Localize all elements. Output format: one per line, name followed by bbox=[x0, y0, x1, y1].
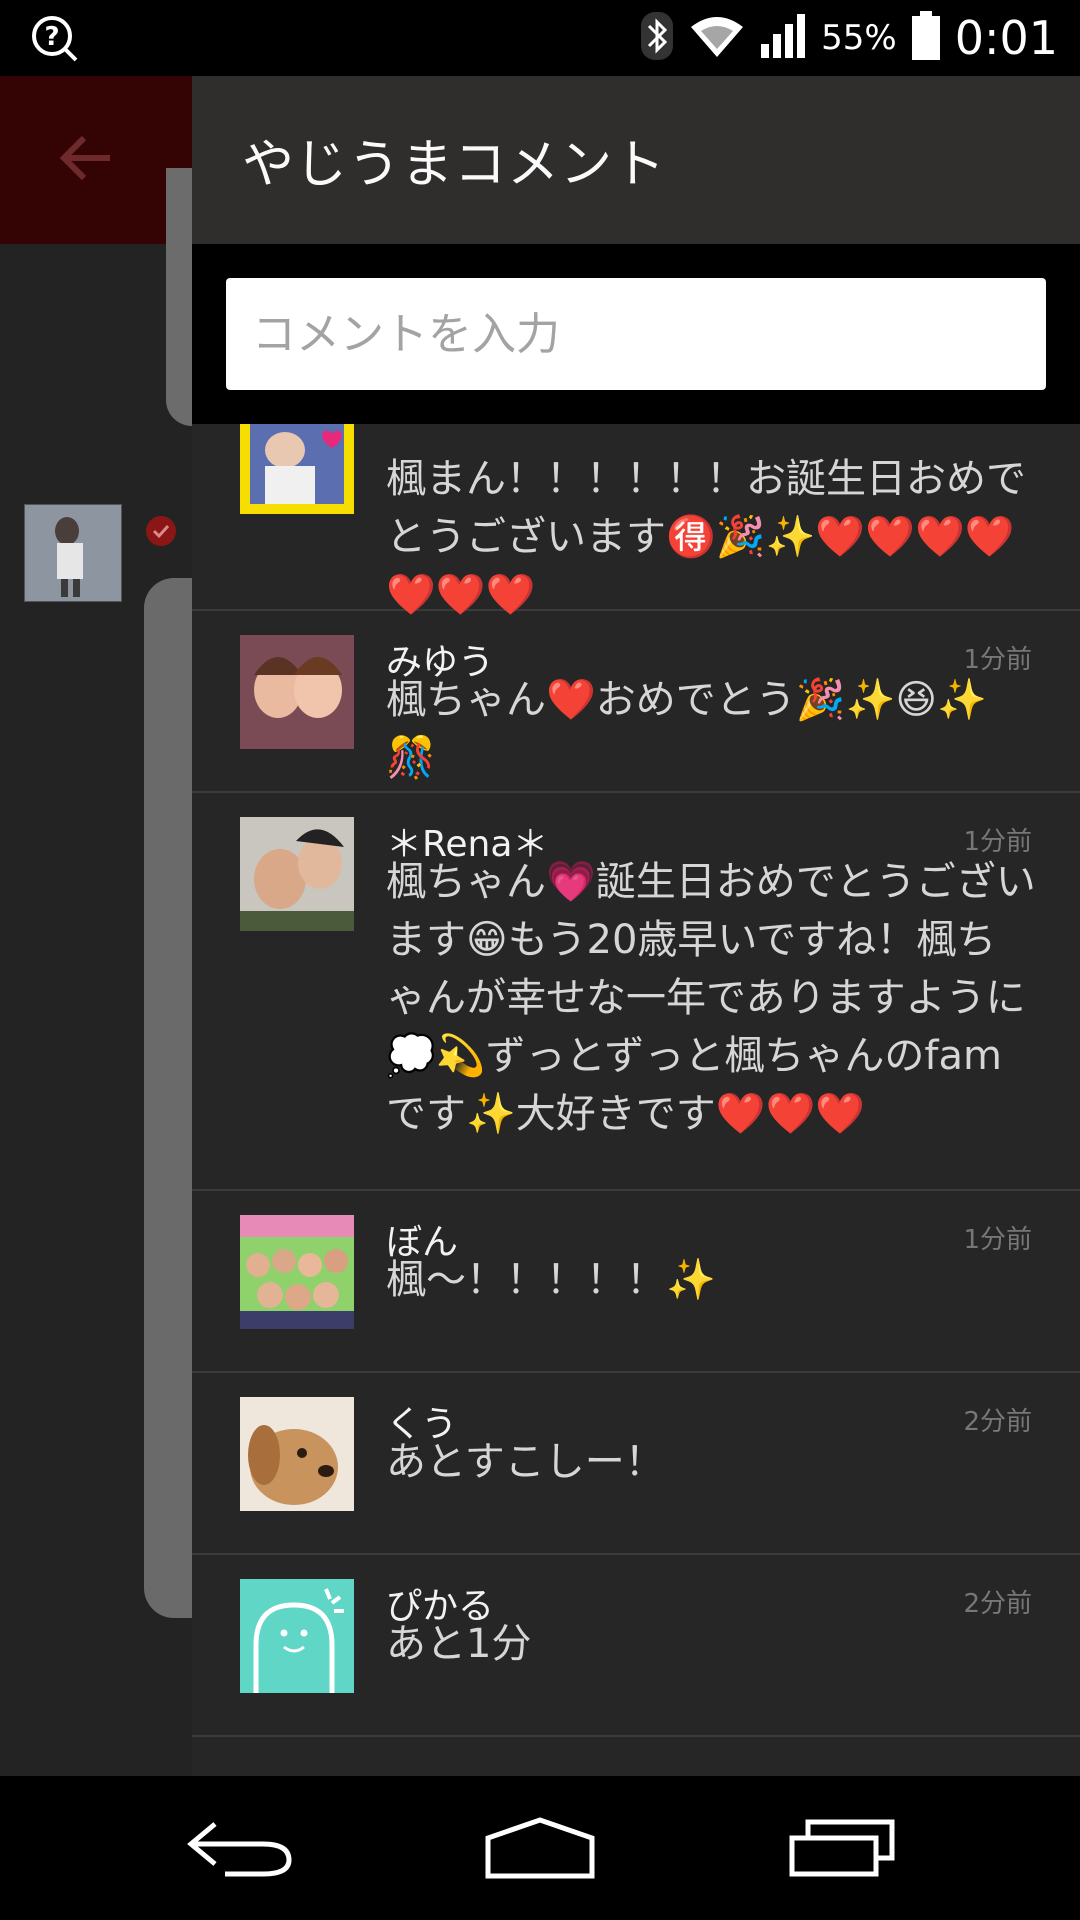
nav-home-icon bbox=[485, 1817, 595, 1879]
drawer-title: やじうまコメント bbox=[242, 135, 667, 195]
comment-item[interactable]: 楓まん！！！！！！お誕生日おめでとうございます🉐🎉✨❤️❤️❤️❤️❤️❤️❤️ bbox=[192, 424, 1080, 618]
comment-text: 楓ちゃん❤️おめでとう🎉✨😆✨🎊 bbox=[386, 677, 987, 781]
comment-text: 楓〜！！！！！✨ bbox=[386, 1257, 716, 1303]
nav-recents-button[interactable] bbox=[742, 1776, 942, 1920]
background-toolbar bbox=[0, 76, 192, 244]
comment-item[interactable]: みゆう 1分前 楓ちゃん❤️おめでとう🎉✨😆✨🎊 bbox=[192, 611, 1080, 793]
comment-item[interactable]: ぴかる 2分前 あと1分 bbox=[192, 1555, 1080, 1737]
comment-input-area bbox=[192, 244, 1080, 424]
comment-list[interactable]: 楓まん！！！！！！お誕生日おめでとうございます🉐🎉✨❤️❤️❤️❤️❤️❤️❤️… bbox=[192, 424, 1080, 1776]
avatar bbox=[240, 424, 354, 514]
wifi-icon bbox=[689, 13, 745, 63]
navigation-bar bbox=[0, 1776, 1080, 1920]
comment-text: 楓まん！！！！！！お誕生日おめでとうございます🉐🎉✨❤️❤️❤️❤️❤️❤️❤️ bbox=[386, 456, 1026, 618]
background-message-bubble bbox=[144, 578, 192, 1618]
drawer-header: やじうまコメント bbox=[192, 76, 1080, 244]
nav-home-button[interactable] bbox=[440, 1776, 640, 1920]
comment-item[interactable]: ＊Rena＊ 1分前 楓ちゃん💗誕生日おめでとうございます😁もう20歳早いですね… bbox=[192, 793, 1080, 1191]
help-icon: ? bbox=[30, 14, 80, 68]
status-bar: ? 55% 0:01 bbox=[0, 0, 1080, 76]
battery-percent: 55% bbox=[821, 18, 897, 58]
avatar bbox=[240, 635, 354, 749]
comment-text: 楓ちゃん💗誕生日おめでとうございます😁もう20歳早いですね！楓ちゃんが幸せな一年… bbox=[386, 859, 1036, 1137]
avatar bbox=[240, 1215, 354, 1329]
back-arrow-icon bbox=[58, 134, 114, 186]
comment-drawer: やじうまコメント 楓まん！！！！！！お誕生日おめでとうございます🉐🎉✨❤️❤️❤… bbox=[192, 76, 1080, 1776]
avatar bbox=[240, 817, 354, 931]
avatar-default-icon bbox=[240, 1579, 354, 1693]
nav-back-icon bbox=[187, 1822, 292, 1877]
nav-back-button[interactable] bbox=[140, 1776, 340, 1920]
clock: 0:01 bbox=[954, 11, 1058, 65]
svg-text:?: ? bbox=[44, 22, 59, 52]
signal-icon bbox=[759, 12, 807, 64]
background-message-bubble bbox=[166, 168, 192, 426]
background-thumbnail bbox=[24, 504, 122, 602]
bluetooth-icon bbox=[639, 10, 675, 66]
avatar bbox=[240, 1397, 354, 1511]
comment-text: あとすこしー！ bbox=[386, 1439, 665, 1485]
comment-item[interactable]: ぼん 1分前 楓〜！！！！！✨ bbox=[192, 1191, 1080, 1373]
comment-input[interactable] bbox=[226, 278, 1046, 390]
check-icon bbox=[146, 516, 176, 546]
nav-recents-icon bbox=[789, 1819, 895, 1877]
battery-icon bbox=[911, 11, 941, 65]
comment-item[interactable]: くう 2分前 あとすこしー！ bbox=[192, 1373, 1080, 1555]
comment-text: あと1分 bbox=[386, 1621, 532, 1667]
